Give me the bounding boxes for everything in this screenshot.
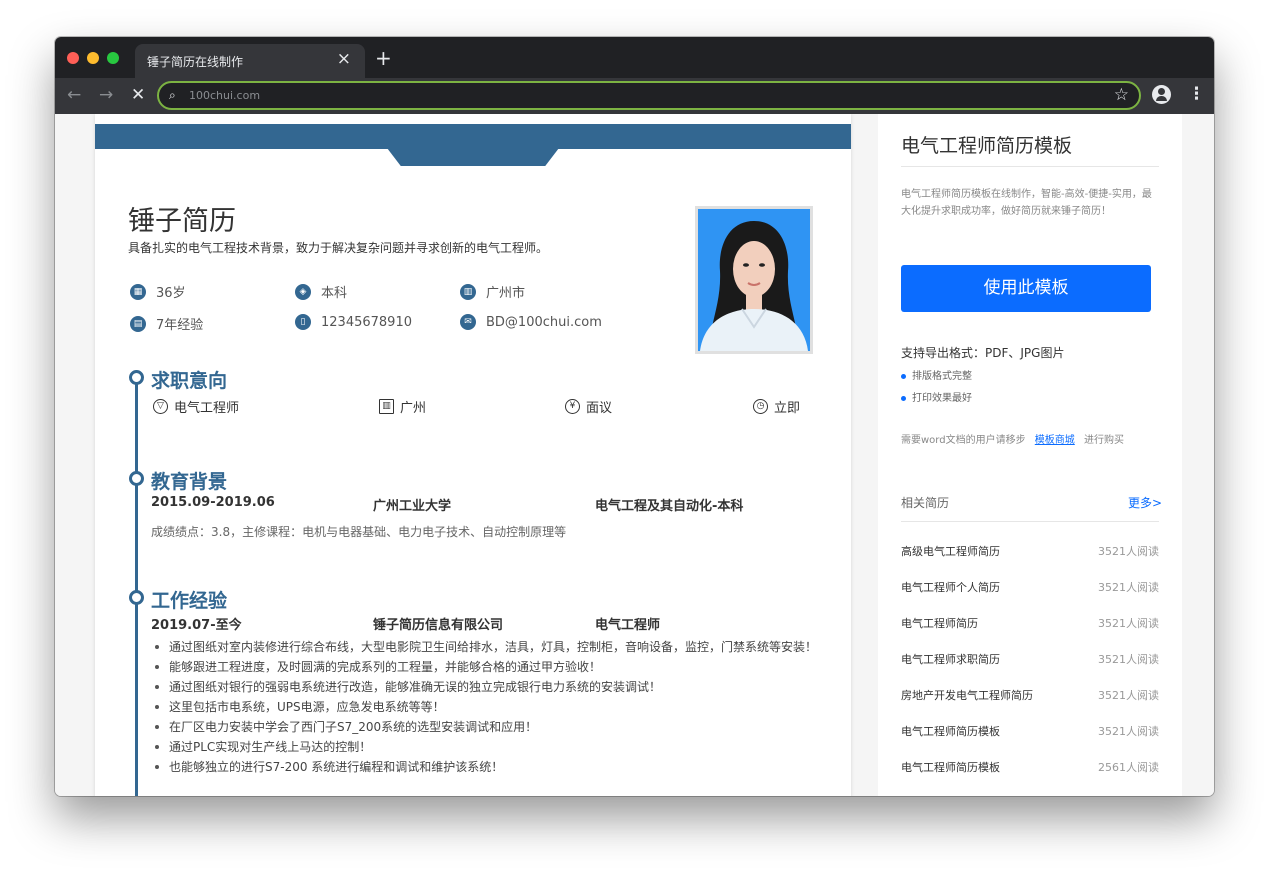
education-major: 电气工程及其自动化-本科 [595, 499, 744, 514]
phone-icon: ▯ [295, 314, 311, 330]
resume-header-band [95, 124, 851, 149]
education-school: 广州工业大学 [373, 499, 452, 514]
tab-title: 锤子简历在线制作 [147, 55, 244, 69]
section-title-work: 工作经验 [151, 590, 228, 612]
related-item[interactable]: 电气工程师简历 [901, 615, 978, 631]
bookmark-star-icon[interactable]: ☆ [1114, 85, 1129, 105]
divider [901, 166, 1159, 167]
intent-position: ▽ 电气工程师 [153, 397, 239, 416]
related-item[interactable]: 电气工程师简历模板 [901, 723, 1000, 739]
education-date: 2015.09-2019.06 [151, 495, 275, 510]
template-desc: 电气工程师简历模板在线制作，智能-高效-便捷-实用，最大化提升求职成功率，做好简… [901, 189, 1152, 217]
read-count: 3521人阅读 [1098, 725, 1159, 738]
active-tab[interactable]: 锤子简历在线制作 × [135, 44, 365, 78]
intent-start: ◷ 立即 [753, 397, 800, 416]
read-count: 3521人阅读 [1098, 545, 1159, 558]
divider [901, 521, 1159, 522]
back-icon[interactable]: ← [67, 84, 81, 106]
section-title-education: 教育背景 [151, 471, 228, 493]
read-count: 3521人阅读 [1098, 689, 1159, 702]
list-item: 通过PLC实现对生产线上马达的控制！ [151, 737, 831, 757]
work-date: 2019.07-至今 [151, 618, 242, 633]
read-count: 2561人阅读 [1098, 761, 1159, 774]
resume-header-tab [387, 148, 559, 166]
menu-icon[interactable]: ⋮ [1188, 84, 1205, 104]
resume-preview: 锤子简历 具备扎实的电气工程技术背景，致力于解决复杂问题并寻求创新的电气工程师。… [95, 114, 851, 796]
list-item: 通过图纸对银行的强弱电系统进行改造，能够准确无误的独立完成银行电力系统的安装调试… [151, 677, 831, 697]
feature-item: 打印效果最好 [901, 389, 972, 404]
building-icon: ▥ [460, 283, 476, 300]
browser-window: 锤子简历在线制作 × + ← → ✕ ⌕ 100chui.com ☆ ⋮ 锤子简… [55, 37, 1214, 796]
tab-close-icon[interactable]: × [337, 49, 351, 69]
briefcase-icon: ▤ [130, 315, 146, 332]
calendar-icon: ▦ [130, 283, 146, 300]
work-company: 锤子简历信息有限公司 [373, 618, 504, 633]
search-icon: ⌕ [169, 88, 176, 102]
forward-icon[interactable]: → [99, 84, 113, 106]
related-item[interactable]: 高级电气工程师简历 [901, 543, 1000, 559]
graduation-icon: ◈ [295, 283, 311, 300]
page-content: 锤子简历 具备扎实的电气工程技术背景，致力于解决复杂问题并寻求创新的电气工程师。… [55, 114, 1214, 796]
resume-motto: 具备扎实的电气工程技术背景，致力于解决复杂问题并寻求创新的电气工程师。 [128, 241, 549, 255]
profile-icon[interactable] [1152, 85, 1171, 104]
timeline-node-intent [129, 370, 144, 385]
template-title: 电气工程师简历模板 [901, 135, 1073, 157]
related-more-link[interactable]: 更多> [1128, 494, 1162, 511]
related-item[interactable]: 房地产开发电气工程师简历 [901, 687, 1033, 703]
info-email: ✉ BD@100chui.com [460, 314, 602, 330]
read-count: 3521人阅读 [1098, 581, 1159, 594]
related-item[interactable]: 电气工程师求职简历 [901, 651, 1000, 667]
city-icon: ▥ [379, 399, 394, 414]
list-item: 也能够独立的进行S7-200 系统进行编程和调试和维护该系统！ [151, 757, 831, 777]
info-age: ▦ 36岁 [130, 282, 186, 301]
url-text[interactable]: 100chui.com [189, 89, 260, 102]
address-bar[interactable]: ⌕ 100chui.com ☆ [157, 81, 1141, 110]
word-note: 需要word文档的用户请移步 模板商城 进行购买 [901, 435, 1124, 446]
resume-name: 锤子简历 [128, 206, 236, 237]
close-window-button[interactable] [67, 52, 79, 64]
read-count: 3521人阅读 [1098, 653, 1159, 666]
info-degree: ◈ 本科 [295, 282, 347, 301]
new-tab-button[interactable]: + [375, 48, 392, 68]
education-desc: 成绩绩点：3.8，主修课程：电机与电器基础、电力电子技术、自动控制原理等 [151, 525, 567, 539]
intent-salary: ¥ 面议 [565, 397, 612, 416]
read-count: 3521人阅读 [1098, 617, 1159, 630]
resume-timeline [135, 376, 138, 796]
work-bullets: 通过图纸对室内装修进行综合布线，大型电影院卫生间给排水，洁具，灯具，控制柜，音响… [151, 637, 831, 777]
section-title-intent: 求职意向 [151, 370, 228, 392]
clock-icon: ◷ [753, 399, 768, 414]
profile-photo [695, 206, 813, 354]
list-item: 通过图纸对室内装修进行综合布线，大型电影院卫生间给排水，洁具，灯具，控制柜，音响… [151, 637, 831, 657]
template-mall-link[interactable]: 模板商城 [1035, 435, 1075, 446]
list-item: 这里包括市电系统，UPS电源，应急发电系统等等！ [151, 697, 831, 717]
work-position: 电气工程师 [595, 618, 661, 633]
yen-icon: ¥ [565, 399, 580, 414]
stop-icon[interactable]: ✕ [131, 84, 145, 106]
list-item: 在厂区电力安装中学会了西门子S7_200系统的选型安装调试和应用！ [151, 717, 831, 737]
related-item[interactable]: 电气工程师简历模板 [901, 759, 1000, 775]
feature-item: 排版格式完整 [901, 367, 972, 382]
tab-strip: 锤子简历在线制作 × + [55, 37, 1214, 78]
export-formats: 支持导出格式：PDF、JPG图片 [901, 346, 1065, 360]
timeline-node-work [129, 590, 144, 605]
info-phone: ▯ 12345678910 [295, 314, 412, 330]
tie-icon: ▽ [153, 399, 168, 414]
portrait-image [698, 209, 810, 351]
minimize-window-button[interactable] [87, 52, 99, 64]
intent-city: ▥ 广州 [379, 397, 426, 416]
browser-toolbar: ← → ✕ ⌕ 100chui.com ☆ ⋮ [55, 78, 1214, 114]
related-item[interactable]: 电气工程师个人简历 [901, 579, 1000, 595]
template-sidebar: 电气工程师简历模板 电气工程师简历模板在线制作，智能-高效-便捷-实用，最大化提… [878, 114, 1182, 796]
use-template-button[interactable]: 使用此模板 [901, 265, 1151, 312]
info-experience: ▤ 7年经验 [130, 314, 203, 333]
list-item: 能够跟进工程进度，及时圆满的完成系列的工程量，并能够合格的通过甲方验收！ [151, 657, 831, 677]
related-title: 相关简历 [901, 496, 950, 510]
maximize-window-button[interactable] [107, 52, 119, 64]
timeline-node-education [129, 471, 144, 486]
mail-icon: ✉ [460, 314, 476, 330]
info-city: ▥ 广州市 [460, 282, 525, 301]
